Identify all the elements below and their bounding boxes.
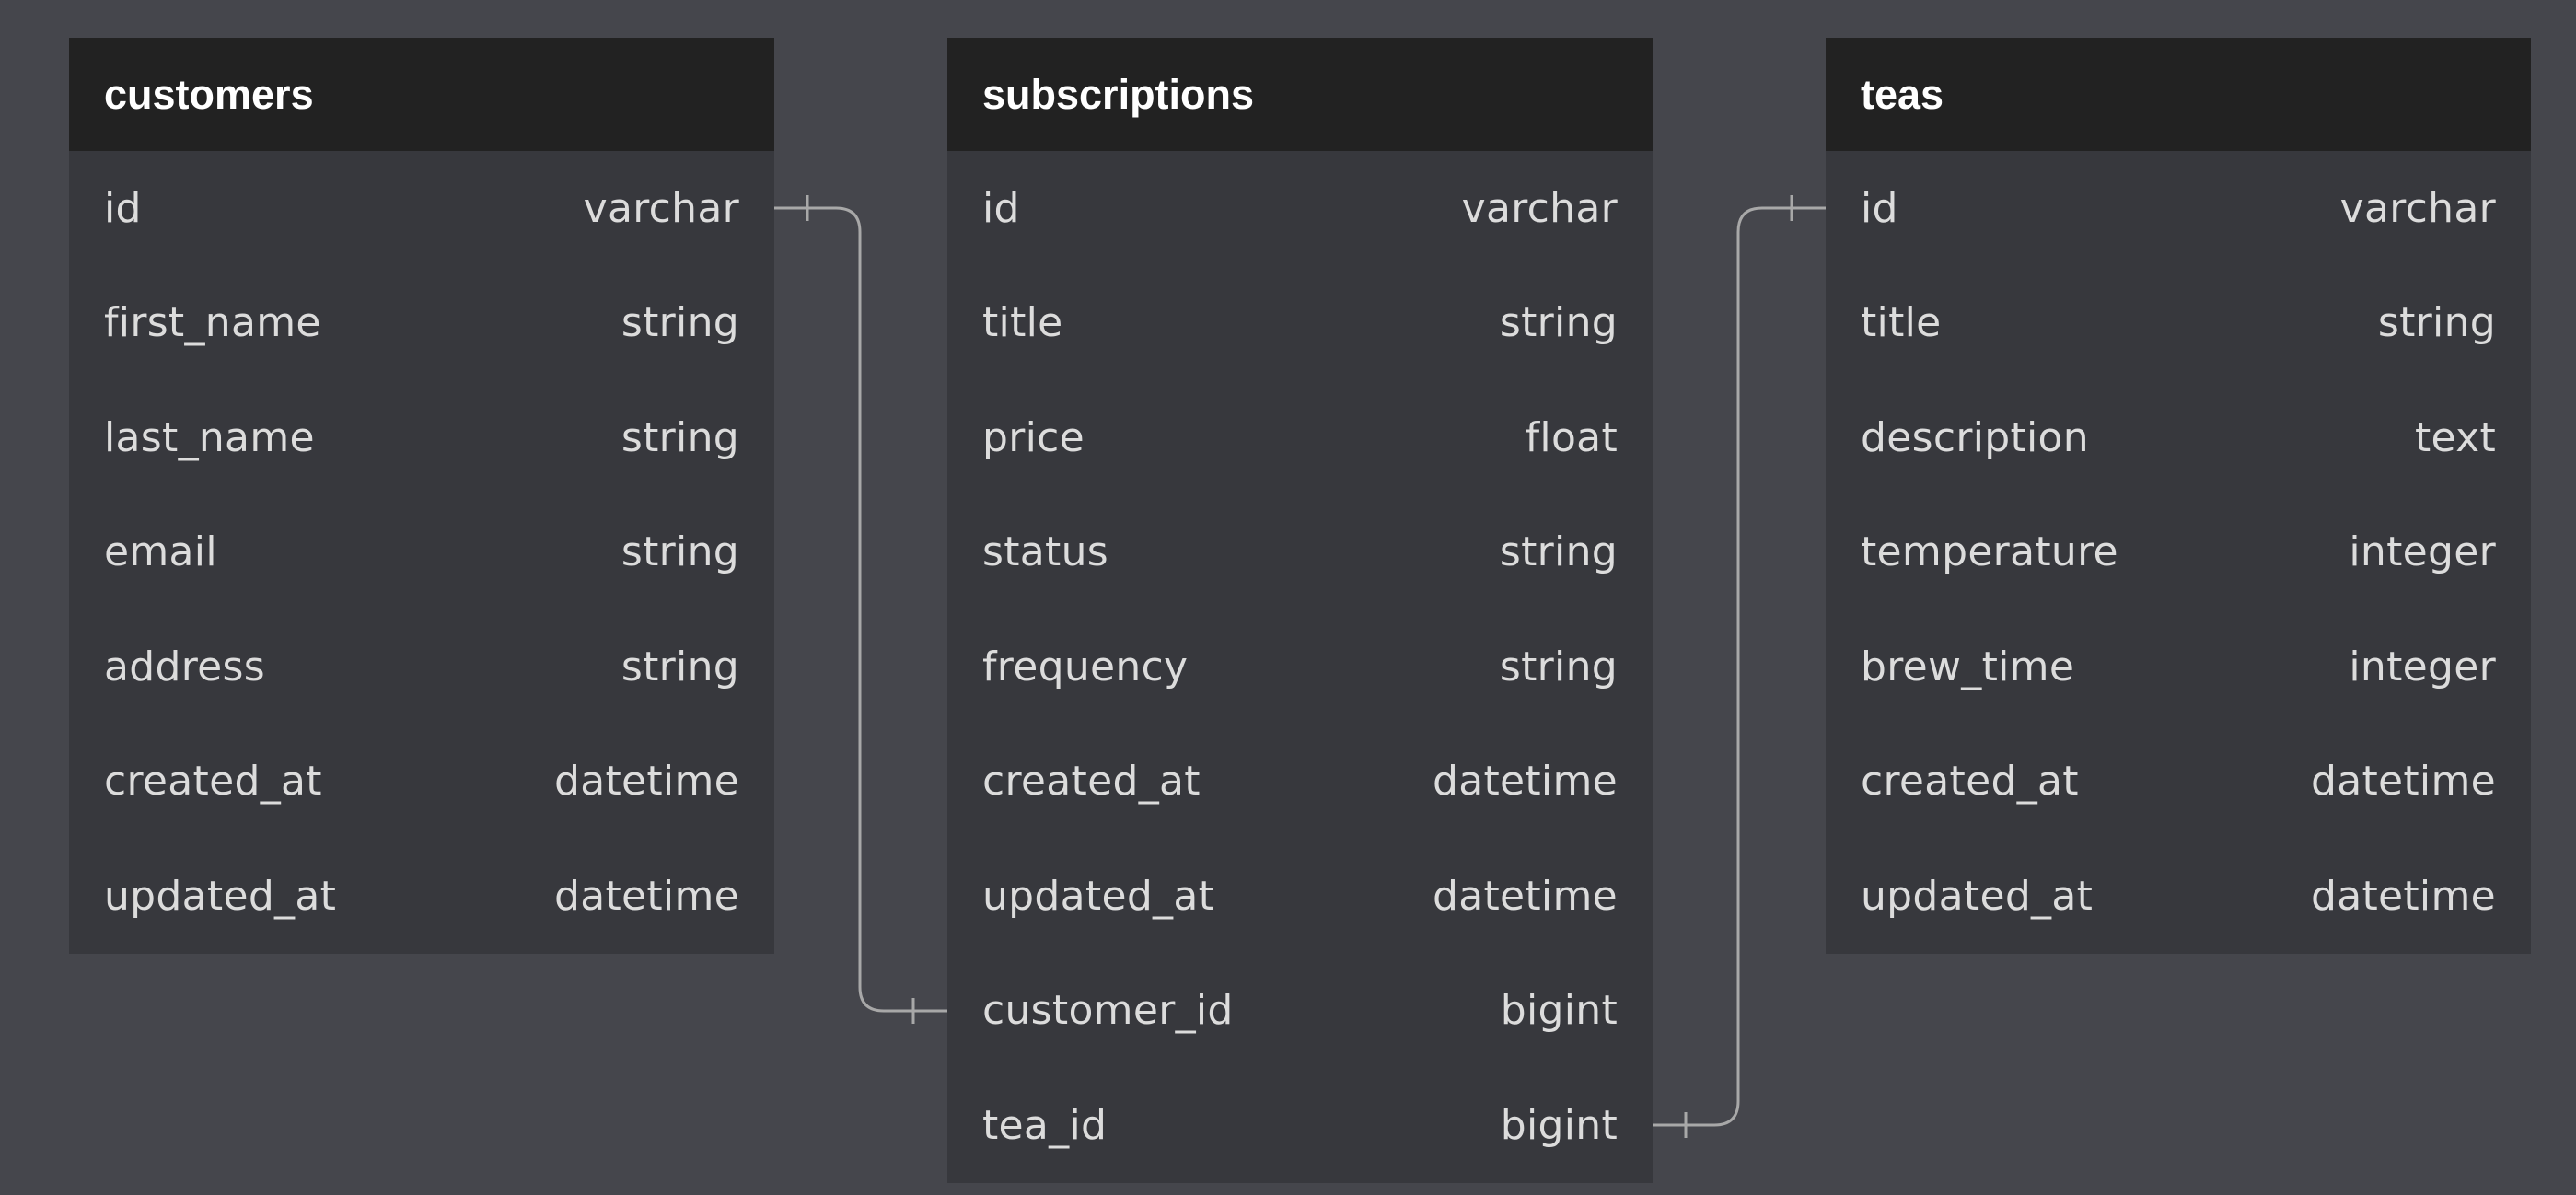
field-row[interactable]: created_at datetime (947, 725, 1653, 840)
field-name: title (1861, 299, 1942, 347)
field-row[interactable]: last_name string (69, 380, 774, 495)
field-type: string (1499, 643, 1618, 690)
field-row[interactable]: frequency string (947, 609, 1653, 725)
field-row[interactable]: title string (1826, 266, 2531, 381)
table-header[interactable]: teas (1826, 38, 2531, 151)
table-teas[interactable]: teas id varchar title string description te… (1826, 38, 2531, 954)
field-name: updated_at (104, 872, 337, 920)
field-type: bigint (1500, 1101, 1618, 1149)
field-row[interactable]: first_name string (69, 266, 774, 381)
field-row[interactable]: id varchar (69, 151, 774, 266)
field-name: customer_id (982, 987, 1234, 1035)
field-row[interactable]: updated_at datetime (69, 839, 774, 954)
table-title: customers (104, 70, 314, 118)
field-name: id (104, 184, 142, 232)
field-name: id (982, 184, 1020, 232)
field-name: address (104, 643, 265, 690)
field-row[interactable]: status string (947, 495, 1653, 610)
field-name: frequency (982, 643, 1189, 690)
field-name: updated_at (982, 872, 1215, 920)
relation-subscriptions-tea-id-to-teas-id[interactable] (1653, 195, 1826, 1138)
field-type: bigint (1500, 987, 1618, 1035)
table-title: teas (1861, 70, 1944, 118)
connector-line (1653, 206, 1826, 1127)
field-name: updated_at (1861, 872, 2094, 920)
table-subscriptions[interactable]: subscriptions id varchar title string pric… (947, 38, 1653, 1183)
field-name: description (1861, 413, 2089, 461)
field-name: created_at (104, 758, 322, 806)
field-type: integer (2349, 528, 2496, 576)
field-type: datetime (2310, 872, 2496, 920)
field-type: datetime (1432, 872, 1618, 920)
field-name: first_name (104, 299, 321, 347)
field-type: float (1525, 413, 1618, 461)
field-row[interactable]: price float (947, 380, 1653, 495)
field-name: title (982, 299, 1063, 347)
table-header[interactable]: customers (69, 38, 774, 151)
field-name: temperature (1861, 528, 2118, 576)
field-row[interactable]: updated_at datetime (1826, 839, 2531, 954)
field-type: varchar (583, 184, 739, 232)
field-type: text (2414, 413, 2496, 461)
field-type: string (621, 299, 739, 347)
field-type: varchar (2339, 184, 2496, 232)
field-type: integer (2349, 643, 2496, 690)
field-name: price (982, 413, 1085, 461)
table-header[interactable]: subscriptions (947, 38, 1653, 151)
field-row[interactable]: email string (69, 495, 774, 610)
field-row[interactable]: title string (947, 266, 1653, 381)
field-name: created_at (1861, 758, 2079, 806)
field-type: string (621, 528, 739, 576)
field-type: string (621, 413, 739, 461)
field-type: datetime (553, 872, 739, 920)
field-row[interactable]: temperature integer (1826, 495, 2531, 610)
field-row[interactable]: id varchar (1826, 151, 2531, 266)
field-type: string (1499, 299, 1618, 347)
field-row[interactable]: tea_id bigint (947, 1068, 1653, 1183)
field-name: created_at (982, 758, 1201, 806)
field-type: varchar (1461, 184, 1618, 232)
field-type: datetime (553, 758, 739, 806)
field-type: string (1499, 528, 1618, 576)
field-row[interactable]: brew_time integer (1826, 609, 2531, 725)
field-row[interactable]: address string (69, 609, 774, 725)
field-row[interactable]: created_at datetime (1826, 725, 2531, 840)
field-row[interactable]: id varchar (947, 151, 1653, 266)
field-row[interactable]: description text (1826, 380, 2531, 495)
field-type: string (621, 643, 739, 690)
table-title: subscriptions (982, 70, 1255, 118)
table-customers[interactable]: customers id varchar first_name string las… (69, 38, 774, 954)
field-name: status (982, 528, 1109, 576)
field-row[interactable]: updated_at datetime (947, 839, 1653, 954)
field-name: tea_id (982, 1101, 1108, 1149)
field-name: brew_time (1861, 643, 2075, 690)
field-name: email (104, 528, 217, 576)
connector-line (774, 206, 947, 1013)
field-row[interactable]: customer_id bigint (947, 954, 1653, 1069)
field-type: datetime (1432, 758, 1618, 806)
field-name: last_name (104, 413, 315, 461)
field-type: datetime (2310, 758, 2496, 806)
field-row[interactable]: created_at datetime (69, 725, 774, 840)
field-type: string (2377, 299, 2496, 347)
relation-customers-id-to-subscriptions-customer-id[interactable] (774, 195, 947, 1024)
field-name: id (1861, 184, 1898, 232)
